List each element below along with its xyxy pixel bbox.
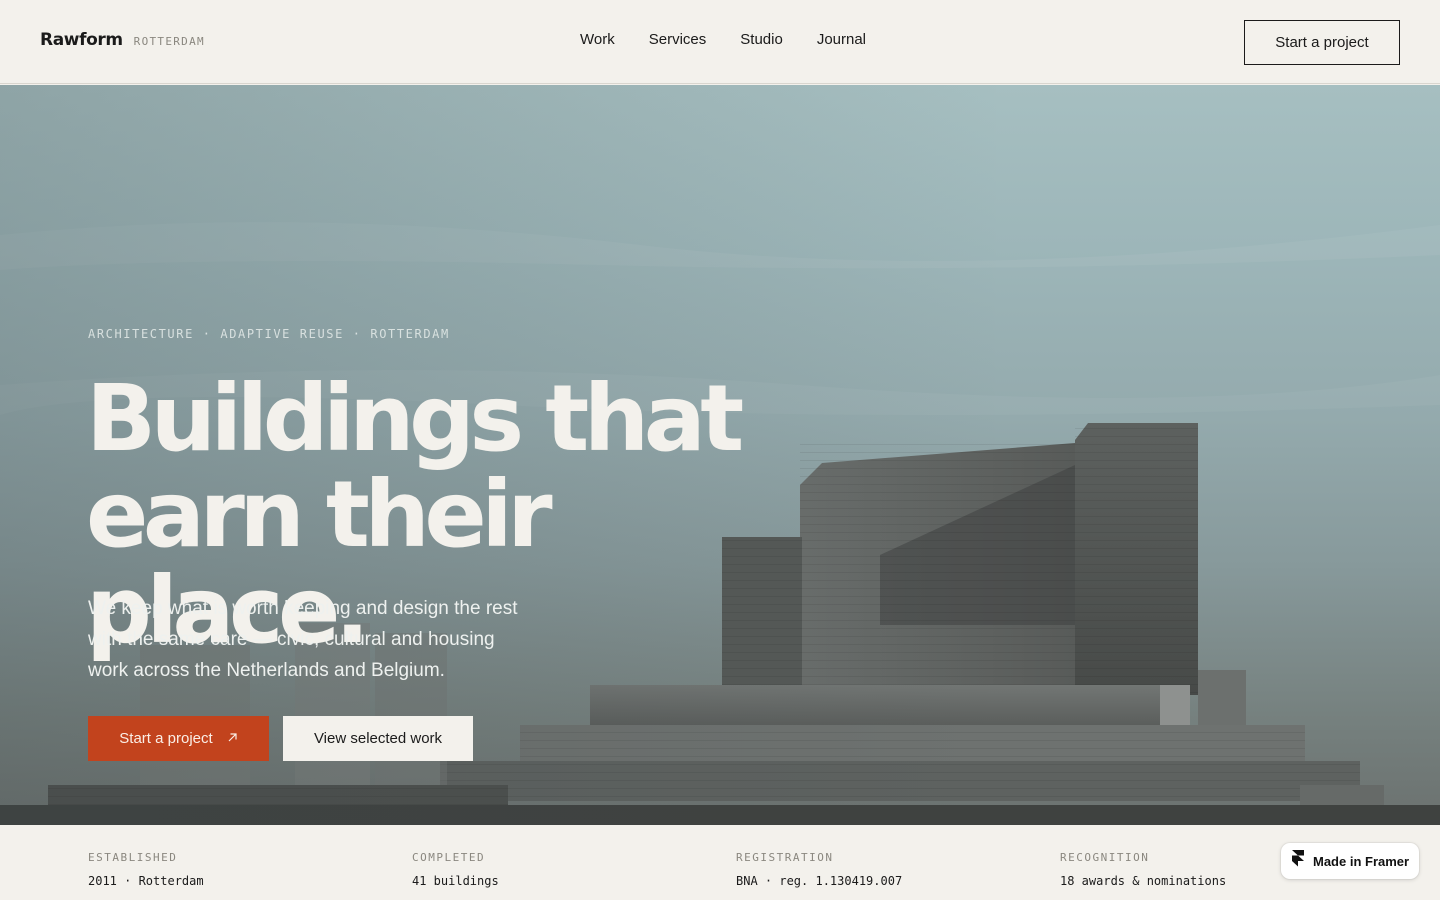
- fact-registration: REGISTRATION BNA · reg. 1.130419.007: [736, 851, 1036, 888]
- nav-item-work[interactable]: Work: [580, 31, 615, 48]
- badge-label: Made in Framer: [1313, 853, 1410, 869]
- hero-lede: We keep what is worth keeping and design…: [88, 598, 518, 681]
- fact-label: ESTABLISHED: [88, 851, 178, 864]
- fact-completed: COMPLETED 41 buildings: [412, 851, 712, 888]
- facts-strip: ESTABLISHED 2011 · Rotterdam COMPLETED 4…: [0, 825, 1440, 900]
- header-start-project-button[interactable]: Start a project: [1244, 20, 1400, 65]
- hero-cta-row: Start a project View selected work: [88, 716, 473, 761]
- nav-item-services[interactable]: Services: [649, 31, 707, 48]
- main-nav: Work Services Studio Journal: [580, 31, 866, 48]
- fact-label: REGISTRATION: [736, 851, 834, 864]
- hero-section: ARCHITECTURE · ADAPTIVE REUSE · ROTTERDA…: [0, 85, 1440, 825]
- view-selected-work-button[interactable]: View selected work: [283, 716, 473, 761]
- fact-label: COMPLETED: [412, 851, 486, 864]
- framer-logo-icon: [1292, 850, 1304, 872]
- nav-item-studio[interactable]: Studio: [740, 31, 783, 48]
- brand-city: ROTTERDAM: [133, 35, 205, 48]
- hero-start-project-button[interactable]: Start a project: [88, 716, 269, 761]
- made-in-framer-badge[interactable]: Made in Framer: [1281, 843, 1419, 879]
- fact-value: 41 buildings: [412, 874, 499, 888]
- nav-item-journal[interactable]: Journal: [817, 31, 866, 48]
- hero-headline-line-1: Buildings that: [86, 365, 744, 472]
- fact-established: ESTABLISHED 2011 · Rotterdam: [88, 851, 388, 888]
- hero-start-project-label: Start a project: [119, 730, 213, 747]
- brand-name: Rawform: [40, 30, 123, 50]
- fact-value: 2011 · Rotterdam: [88, 874, 204, 888]
- hero-eyebrow: ARCHITECTURE · ADAPTIVE REUSE · ROTTERDA…: [88, 327, 450, 341]
- brand-logo-link[interactable]: Rawform ROTTERDAM: [40, 30, 205, 50]
- arrow-up-right-icon: [227, 732, 238, 745]
- site-header: Rawform ROTTERDAM Work Services Studio J…: [0, 0, 1440, 84]
- fact-value: BNA · reg. 1.130419.007: [736, 874, 903, 888]
